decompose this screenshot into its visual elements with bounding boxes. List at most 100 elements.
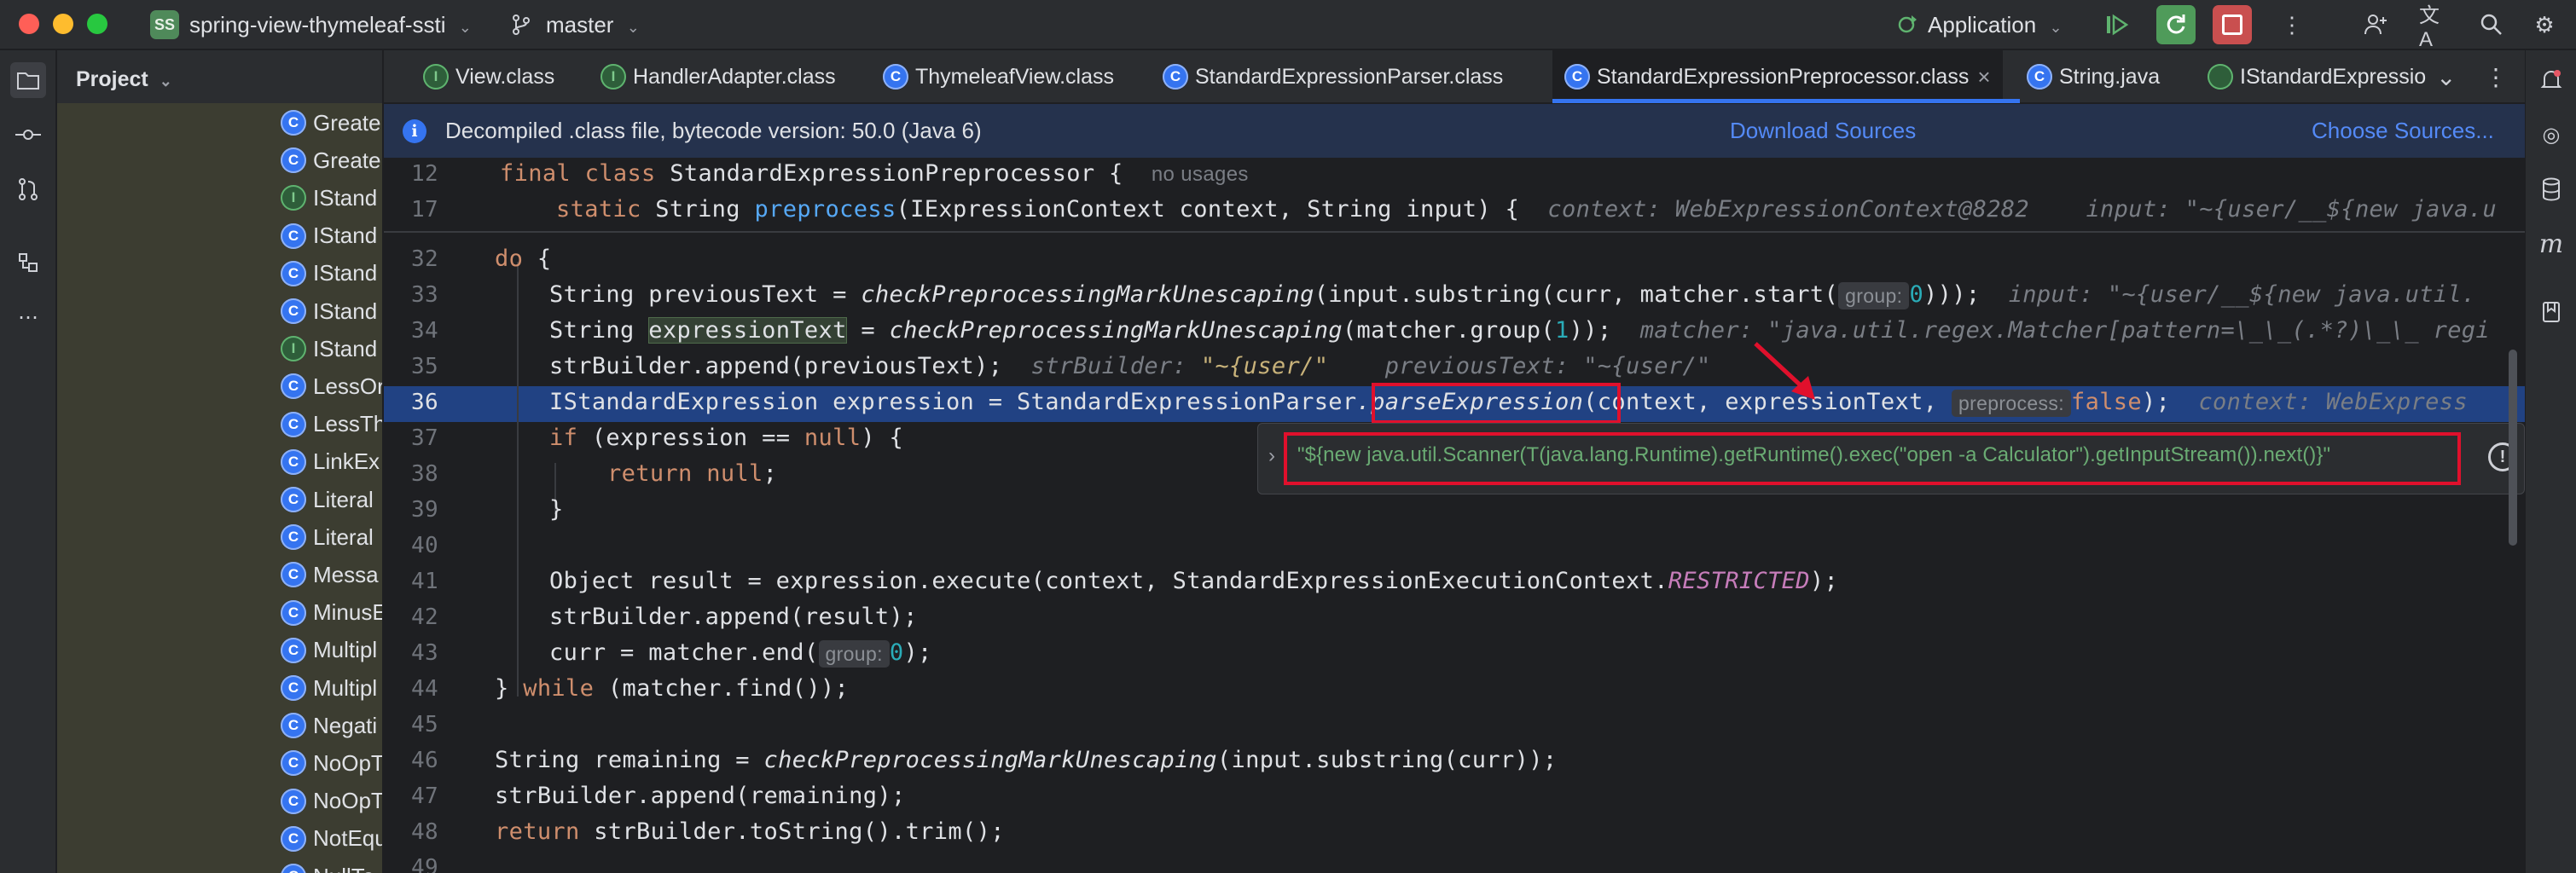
project-tree-item[interactable]: C NoOpT	[281, 746, 382, 780]
class-icon: C	[281, 411, 306, 437]
project-tree-item[interactable]: C IStand	[281, 219, 377, 253]
pull-requests-icon[interactable]	[10, 171, 46, 207]
project-tree-item[interactable]: C NotEqu	[281, 822, 382, 856]
debug-value-popup: › "${new java.util.Scanner(T(java.lang.R…	[1257, 423, 2525, 494]
rerun-debug-button[interactable]	[2156, 5, 2196, 44]
choose-sources-link[interactable]: Choose Sources...	[2312, 118, 2494, 144]
resume-program-icon[interactable]	[2100, 9, 2132, 41]
code-text: curr = matcher.end(	[549, 639, 819, 666]
class-icon: C	[281, 223, 306, 249]
line-number: 37	[410, 425, 438, 451]
tree-item-label: Multipl	[313, 637, 378, 663]
bookmarks-icon[interactable]	[2533, 294, 2569, 330]
minimize-window-button[interactable]	[53, 14, 73, 34]
search-icon[interactable]	[2475, 9, 2508, 41]
project-tree-item[interactable]: C LessOr	[281, 369, 382, 403]
project-tree-item[interactable]: C Multipl	[281, 633, 377, 668]
class-icon: C	[281, 788, 306, 814]
line-number: 32	[410, 246, 438, 272]
notifications-icon[interactable]	[2533, 62, 2569, 98]
chevron-right-icon[interactable]: ›	[1268, 444, 1275, 468]
project-folder-icon[interactable]	[10, 62, 46, 98]
close-window-button[interactable]	[19, 14, 39, 34]
line-number: 35	[410, 354, 438, 379]
tabs-overflow-chevron-icon[interactable]: ⌄	[2436, 50, 2456, 103]
tab-istandardexpression[interactable]: IStandardExpressio	[2208, 50, 2509, 103]
code-text: }	[549, 496, 564, 523]
tab-standardexpressionparser-class[interactable]: C StandardExpressionParser.class	[1163, 50, 1503, 103]
tab-handleradapter-class[interactable]: I HandlerAdapter.class	[600, 50, 836, 103]
project-badge[interactable]: SS	[150, 10, 179, 39]
project-tree-item[interactable]: C IStand	[281, 294, 377, 328]
project-tree-item[interactable]: C LinkEx	[281, 445, 380, 479]
project-tree-item[interactable]: C IStand	[281, 257, 377, 291]
code-editor[interactable]: 32 33 34 35 36 37 38 39 40 41 42 43 44 4…	[384, 159, 2525, 873]
code-text: strBuilder.append(result);	[549, 604, 918, 630]
line-number: 42	[410, 604, 438, 630]
run-config-name: Application	[1928, 12, 2037, 38]
structure-icon[interactable]	[10, 245, 46, 280]
project-tree-item[interactable]: C NullTo	[281, 859, 374, 873]
stop-button[interactable]	[2213, 5, 2252, 44]
keyword: return null	[607, 460, 763, 487]
tab-label: ThymeleafView.class	[915, 64, 1114, 89]
project-name-dropdown[interactable]: spring-view-thymeleaf-ssti ⌄	[189, 12, 472, 38]
maximize-window-button[interactable]	[87, 14, 107, 34]
line-number: 43	[410, 640, 438, 666]
editor-tabs: I View.class I HandlerAdapter.class C Th…	[384, 50, 2525, 103]
tab-label: View.class	[455, 64, 555, 89]
interface-icon: I	[281, 185, 306, 211]
branch-dropdown[interactable]: master ⌄	[546, 12, 640, 38]
class-icon: C	[281, 599, 306, 626]
code-line-44: } while (matcher.find());	[495, 671, 849, 707]
tab-thymeleafview-class[interactable]: C ThymeleafView.class	[883, 50, 1114, 103]
tree-item-label: IStand	[313, 260, 378, 286]
git-branch-icon	[505, 9, 537, 41]
tab-label: StandardExpressionPreprocessor.class	[1597, 64, 1970, 89]
usages-hint[interactable]: no usages	[1152, 163, 1249, 186]
more-actions-icon[interactable]: ⋮	[2276, 9, 2308, 41]
sticky-line-12: final class StandardExpressionPreprocess…	[500, 159, 1249, 192]
project-tree-item[interactable]: C Negati	[281, 708, 377, 743]
code-line-43: curr = matcher.end(group: 0);	[549, 635, 932, 671]
settings-gear-icon[interactable]: ⚙	[2528, 9, 2561, 41]
more-tools-icon[interactable]: ⋯	[10, 299, 46, 335]
code-text: ) {	[861, 425, 904, 451]
close-tab-icon[interactable]: ×	[1977, 64, 1990, 90]
project-panel-title[interactable]: Project ⌄	[76, 67, 172, 92]
tree-item-label: IStand	[313, 335, 378, 361]
commit-icon[interactable]	[10, 117, 46, 153]
keyword: final class	[500, 160, 670, 187]
project-tree-item[interactable]: C Multipl	[281, 671, 377, 705]
project-tree-item[interactable]: C Messa	[281, 558, 379, 592]
editor-scrollbar-thumb[interactable]	[2509, 350, 2517, 546]
class-icon: C	[281, 750, 306, 777]
class-name: StandardExpressionPreprocessor {	[670, 160, 1123, 187]
project-tree-item[interactable]: C NoOpT	[281, 784, 382, 818]
maven-icon[interactable]: m	[2533, 226, 2569, 262]
run-config-dropdown[interactable]: Application ⌄	[1928, 12, 2063, 38]
project-tree-item[interactable]: I IStand	[281, 181, 377, 215]
keyword: null	[804, 425, 862, 451]
translate-icon[interactable]: 文A	[2419, 4, 2451, 51]
tab-view-class[interactable]: I View.class	[423, 50, 554, 103]
add-user-icon[interactable]	[2359, 9, 2392, 41]
project-tree-item[interactable]: C MinusE	[281, 596, 382, 630]
project-tree-item[interactable]: C Literal	[281, 520, 374, 554]
inline-debug-value: input: "~{user/__${new java.util.	[2008, 281, 2476, 308]
class-icon: C	[1564, 64, 1590, 90]
ai-assistant-icon[interactable]: ◎	[2533, 117, 2569, 153]
project-tree-item[interactable]: C Greate	[281, 106, 381, 140]
tabs-more-icon[interactable]: ⋮	[2484, 50, 2508, 103]
download-sources-link[interactable]: Download Sources	[1730, 118, 1916, 144]
class-icon: C	[281, 825, 306, 852]
tab-standardexpressionpreprocessor-class[interactable]: C StandardExpressionPreprocessor.class ×	[1552, 50, 2003, 103]
project-tree-item[interactable]: C LessTh	[281, 408, 382, 442]
code-text: String remaining =	[495, 747, 764, 773]
project-tree-item[interactable]: C Greate	[281, 143, 381, 177]
database-icon[interactable]	[2533, 171, 2569, 207]
number-literal: 0	[1909, 281, 1924, 308]
tab-string-java[interactable]: C String.java	[2027, 50, 2160, 103]
project-tree-item[interactable]: I IStand	[281, 332, 377, 366]
project-tree-item[interactable]: C Literal	[281, 483, 374, 517]
